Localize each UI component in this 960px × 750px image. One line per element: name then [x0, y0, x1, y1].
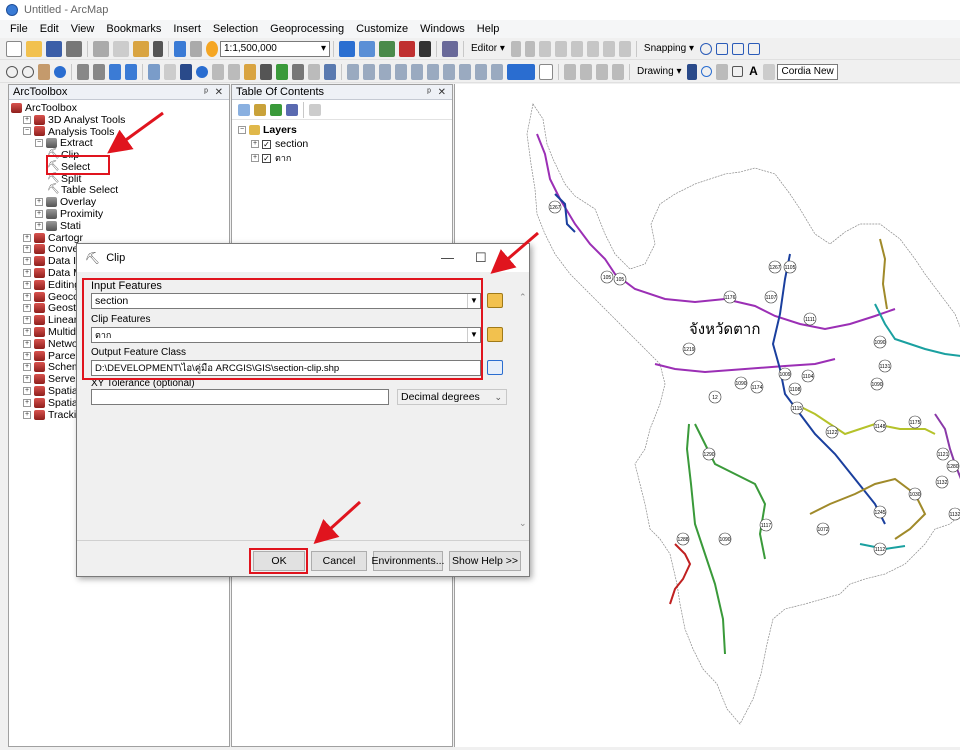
annotation-arrows	[107, 111, 539, 545]
arrow-to-parameters	[490, 231, 539, 274]
arrow-to-clip	[107, 111, 164, 154]
arrow-to-ok	[313, 500, 362, 545]
